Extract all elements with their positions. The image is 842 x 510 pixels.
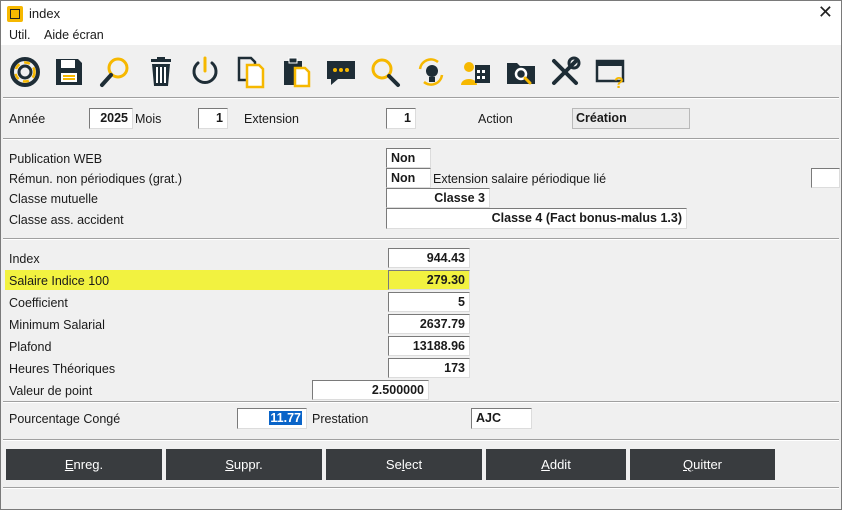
separator (3, 238, 839, 240)
button-label: nreg. (73, 457, 104, 472)
suppr-button[interactable]: Suppr. (166, 449, 322, 480)
pourcentage-conge-field[interactable]: 11.77 (237, 408, 307, 429)
button-label: Se (385, 457, 402, 472)
coefficient-field[interactable]: 5 (388, 292, 470, 312)
enreg-button[interactable]: Enreg. (6, 449, 162, 480)
mois-label: Mois (135, 112, 162, 126)
minimum-salarial-label: Minimum Salarial (9, 318, 105, 332)
heures-theoriques-label: Heures Théoriques (9, 362, 116, 376)
application-window: index ✕ Util. Aide écran ? Année 2025 Mo… (0, 0, 842, 510)
button-label: uitter (693, 457, 723, 472)
remun-label: Rémun. non périodiques (grat.) (9, 172, 183, 186)
valeur-point-field[interactable]: 2.500000 (312, 380, 429, 400)
classe-mutuelle-label: Classe mutuelle (9, 192, 98, 206)
search-icon[interactable] (98, 55, 132, 89)
extension-salaire-label: Extension salaire périodique lié (433, 172, 607, 186)
plafond-label: Plafond (9, 340, 52, 354)
window-title: index (29, 6, 61, 21)
classe-mutuelle-field[interactable]: Classe 3 (386, 188, 490, 208)
pourcentage-conge-label: Pourcentage Congé (9, 412, 121, 426)
annee-field[interactable]: 2025 (89, 108, 133, 129)
title-bar: index ✕ (1, 1, 841, 27)
trash-icon[interactable] (144, 55, 178, 89)
coefficient-label: Coefficient (9, 296, 68, 310)
action-label: Action (478, 112, 513, 126)
save-icon[interactable] (52, 55, 86, 89)
salaire-indice-field[interactable]: 279.30 (388, 270, 470, 290)
extension-salaire-field[interactable] (811, 168, 840, 188)
close-icon[interactable]: ✕ (818, 2, 833, 23)
folder-search-icon[interactable] (504, 55, 538, 89)
extension-label: Extension (244, 112, 299, 126)
refresh-idea-icon[interactable] (414, 55, 448, 89)
publication-web-label: Publication WEB (9, 152, 103, 166)
separator (3, 487, 839, 489)
accel-key: Q (682, 457, 694, 472)
separator (3, 138, 839, 140)
remun-field[interactable]: Non (386, 168, 431, 188)
selected-text: 11.77 (269, 411, 302, 425)
paste-icon[interactable] (280, 55, 314, 89)
publication-web-field[interactable]: Non (386, 148, 431, 168)
app-icon (7, 6, 23, 22)
classe-accident-label: Classe ass. accident (9, 213, 124, 227)
salaire-indice-label: Salaire Indice 100 (9, 274, 110, 288)
action-value: Création (572, 108, 690, 129)
separator (3, 439, 839, 441)
heures-theoriques-field[interactable]: 173 (388, 358, 470, 378)
button-label: ect (404, 457, 423, 472)
index-label: Index (9, 252, 40, 266)
menu-bar: Util. Aide écran (1, 27, 841, 45)
copy-icon[interactable] (234, 55, 268, 89)
toolbar: ? (1, 45, 841, 97)
prestation-label: Prestation (312, 412, 369, 426)
zoom-icon[interactable] (368, 55, 402, 89)
accel-key: A (541, 457, 550, 472)
accel-key: S (225, 457, 234, 472)
lifebuoy-icon[interactable] (8, 55, 42, 89)
separator (3, 97, 839, 99)
tools-icon[interactable] (548, 55, 582, 89)
svg-text:?: ? (614, 75, 624, 89)
mois-field[interactable]: 1 (198, 108, 228, 129)
power-icon[interactable] (188, 55, 222, 89)
button-label: ddit (549, 457, 571, 472)
plafond-field[interactable]: 13188.96 (388, 336, 470, 356)
accel-key: E (64, 457, 74, 472)
select-button[interactable]: Select (326, 449, 482, 480)
valeur-point-label: Valeur de point (9, 384, 93, 398)
quitter-button[interactable]: Quitter (630, 449, 775, 480)
user-calendar-icon[interactable] (458, 55, 492, 89)
menu-aide-ecran[interactable]: Aide écran (44, 28, 104, 42)
button-label: uppr. (233, 457, 263, 472)
separator (3, 401, 839, 403)
extension-field[interactable]: 1 (386, 108, 416, 129)
addit-button[interactable]: Addit (486, 449, 626, 480)
annee-label: Année (9, 112, 46, 126)
classe-accident-field[interactable]: Classe 4 (Fact bonus-malus 1.3) (386, 208, 687, 229)
comment-icon[interactable] (324, 55, 358, 89)
menu-util[interactable]: Util. (9, 28, 31, 42)
window-help-icon[interactable]: ? (594, 55, 628, 92)
index-field[interactable]: 944.43 (388, 248, 470, 268)
prestation-field[interactable]: AJC (471, 408, 532, 429)
minimum-salarial-field[interactable]: 2637.79 (388, 314, 470, 334)
